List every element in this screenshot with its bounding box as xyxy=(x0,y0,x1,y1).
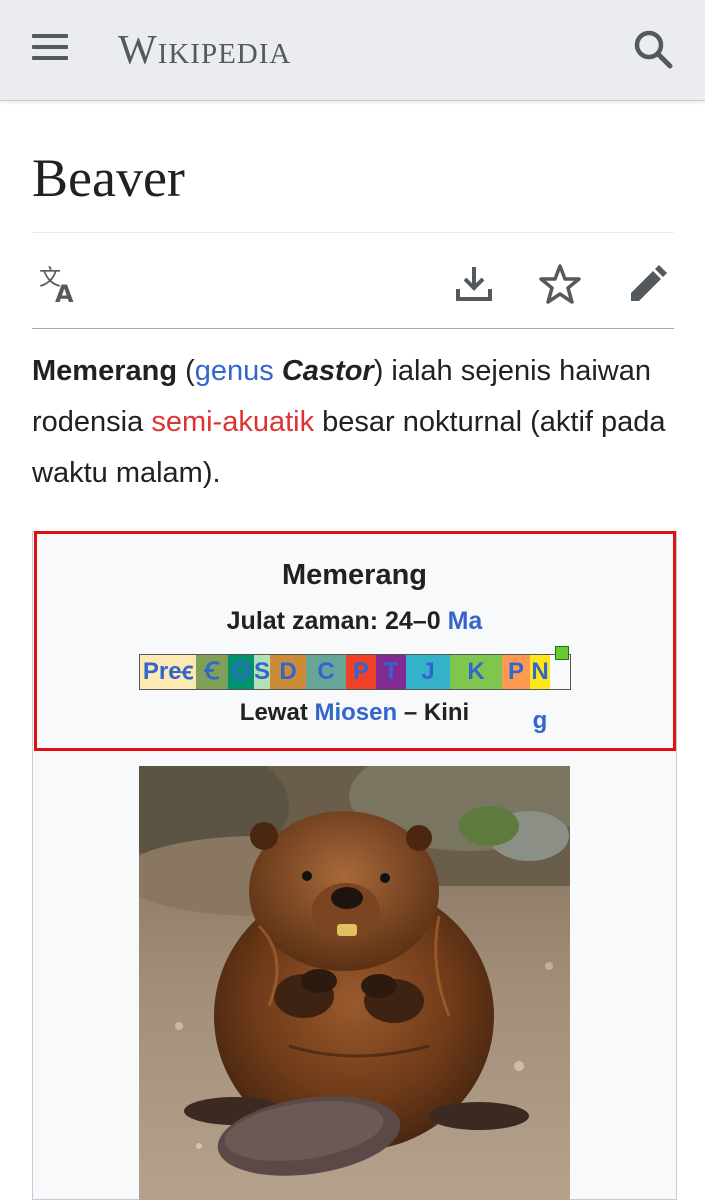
timescale-carboniferous[interactable]: C xyxy=(306,655,346,689)
timescale-paleogene[interactable]: P xyxy=(502,655,530,689)
timescale-permian[interactable]: P xyxy=(346,655,376,689)
timescale-triassic[interactable]: T xyxy=(376,655,406,689)
title-divider xyxy=(32,232,674,233)
ma-link[interactable]: Ma xyxy=(448,607,483,635)
genus-link[interactable]: genus xyxy=(195,355,274,387)
beaver-photo[interactable] xyxy=(139,766,570,1200)
page-actions-bar: 文 A xyxy=(32,258,674,310)
timescale-jurassic[interactable]: J xyxy=(406,655,450,689)
translate-icon[interactable]: 文 A xyxy=(32,258,84,310)
timescale-silurian[interactable]: S xyxy=(254,655,270,689)
lead-text: ( xyxy=(177,355,195,387)
epoch-suffix: – Kini xyxy=(397,699,470,726)
lead-bold-term: Memerang xyxy=(32,355,178,387)
hamburger-menu-icon[interactable] xyxy=(30,28,72,70)
fossil-range: Julat zaman: 24–0 Ma xyxy=(32,604,677,638)
download-icon[interactable] xyxy=(448,258,500,310)
page-title: Beaver xyxy=(32,148,185,208)
actions-divider xyxy=(32,328,674,329)
timescale-cretaceous[interactable]: K xyxy=(450,655,502,689)
wikipedia-logo[interactable]: Wikipedia xyxy=(118,24,291,74)
timescale-ordovician[interactable]: O xyxy=(228,655,254,689)
fossil-range-label: Julat zaman: 24–0 xyxy=(226,607,448,635)
timescale-precambrian[interactable]: Preꞓ xyxy=(140,655,196,689)
taxobox-title: Memerang xyxy=(281,559,428,591)
fossil-range-epoch: Lewat Miosen – Kini xyxy=(32,697,677,729)
lead-genus-name: Castor xyxy=(273,355,374,387)
neogene-sub-link[interactable]: g xyxy=(530,705,550,737)
timescale-neogene[interactable]: N xyxy=(530,655,550,689)
fossil-range-marker xyxy=(555,646,569,660)
star-icon[interactable] xyxy=(534,258,586,310)
lead-paragraph: Memerang (genus Castor) ialah sejenis ha… xyxy=(32,346,682,499)
top-bar: Wikipedia xyxy=(0,0,705,101)
geologic-timescale-bar: Preꞓ Ꞓ O S D C P T J K P N xyxy=(139,654,571,690)
pencil-icon[interactable] xyxy=(622,258,674,310)
search-icon[interactable] xyxy=(630,26,676,72)
timescale-cambrian[interactable]: Ꞓ xyxy=(196,655,228,689)
svg-text:A: A xyxy=(55,280,74,307)
miosen-link[interactable]: Miosen xyxy=(314,699,397,726)
beaver-illustration xyxy=(139,766,570,1200)
epoch-prefix: Lewat xyxy=(239,699,315,726)
timescale-devonian[interactable]: D xyxy=(270,655,306,689)
semi-akuatik-link[interactable]: semi-akuatik xyxy=(151,406,314,438)
